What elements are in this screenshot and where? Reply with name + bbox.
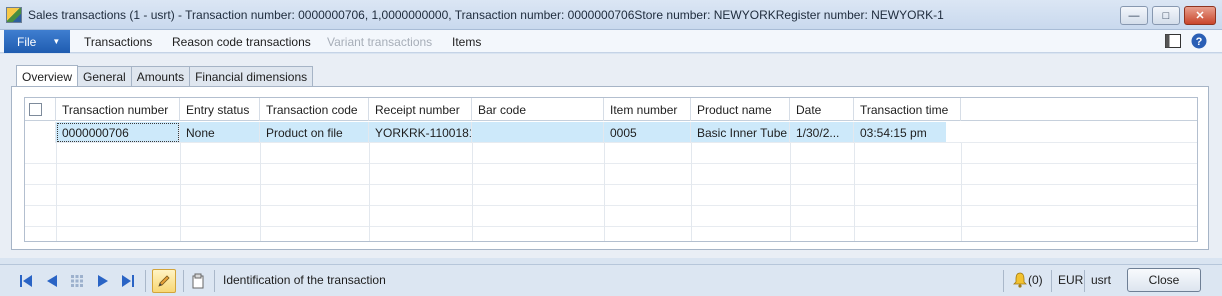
grid-line xyxy=(260,143,261,241)
column-header-bar-code[interactable]: Bar code xyxy=(472,98,604,121)
column-header-transaction-code[interactable]: Transaction code xyxy=(260,98,369,121)
tab-amounts[interactable]: Amounts xyxy=(130,66,191,87)
last-record-icon[interactable] xyxy=(120,273,136,289)
select-all-checkbox[interactable] xyxy=(29,103,42,116)
window-title: Sales transactions (1 - usrt) - Transact… xyxy=(28,8,944,22)
grid-line xyxy=(472,143,473,241)
column-header-date[interactable]: Date xyxy=(790,98,854,121)
close-window-button[interactable]: ✕ xyxy=(1184,6,1216,25)
divider xyxy=(1051,270,1052,292)
grid-line xyxy=(790,143,791,241)
column-header-transaction-number[interactable]: Transaction number xyxy=(56,98,180,121)
column-header-receipt-number[interactable]: Receipt number xyxy=(369,98,472,121)
select-all-column xyxy=(25,98,56,121)
edit-mode-button[interactable] xyxy=(152,269,176,293)
tab-overview[interactable]: Overview xyxy=(16,65,79,87)
help-text: Identification of the transaction xyxy=(223,273,386,287)
empty-row xyxy=(25,143,1197,164)
status-bar: Identification of the transaction (0) EU… xyxy=(0,264,1222,296)
file-menu-button[interactable]: File ▼ xyxy=(4,30,70,53)
divider xyxy=(183,270,184,292)
bell-icon[interactable] xyxy=(1012,272,1028,288)
divider xyxy=(1084,270,1085,292)
divider xyxy=(145,270,146,292)
divider xyxy=(214,270,215,292)
close-button[interactable]: Close xyxy=(1127,268,1201,292)
transactions-grid: Transaction number Entry status Transact… xyxy=(24,97,1198,242)
tab-general[interactable]: General xyxy=(77,66,132,87)
minimize-button[interactable]: — xyxy=(1120,6,1148,25)
grid-line xyxy=(604,143,605,241)
cell-entry-status[interactable]: None xyxy=(180,122,260,143)
cell-receipt-number[interactable]: YORKRK-1100181 xyxy=(369,122,472,143)
app-icon xyxy=(6,7,22,23)
form-body: Overview General Amounts Financial dimen… xyxy=(0,54,1222,258)
empty-row xyxy=(25,164,1197,185)
empty-row xyxy=(25,185,1197,206)
menu-bar: File ▼ Transactions Reason code transact… xyxy=(0,30,1222,53)
column-header-product-name[interactable]: Product name xyxy=(691,98,790,121)
pencil-icon xyxy=(158,275,170,287)
grid-line xyxy=(961,143,962,241)
file-menu-label: File xyxy=(17,34,37,49)
title-bar: Sales transactions (1 - usrt) - Transact… xyxy=(0,0,1222,30)
currency-indicator[interactable]: EUR xyxy=(1058,273,1083,287)
cell-transaction-code[interactable]: Product on file xyxy=(260,122,369,143)
first-record-icon[interactable] xyxy=(18,273,34,289)
grid-view-icon[interactable] xyxy=(69,273,85,289)
menu-items[interactable]: Items xyxy=(452,30,481,53)
grid-line xyxy=(180,143,181,241)
menu-reason-code-transactions[interactable]: Reason code transactions xyxy=(172,30,311,53)
menu-variant-transactions: Variant transactions xyxy=(327,34,433,49)
svg-text:?: ? xyxy=(1196,36,1203,48)
next-record-icon[interactable] xyxy=(95,273,111,289)
row-selector[interactable] xyxy=(25,122,56,143)
divider xyxy=(1003,270,1004,292)
cell-transaction-number[interactable]: 0000000706 xyxy=(56,122,180,143)
help-icon[interactable]: ? xyxy=(1190,32,1208,50)
cell-transaction-time[interactable]: 03:54:15 pm xyxy=(854,122,961,143)
grid-line xyxy=(369,143,370,241)
tab-financial-dimensions[interactable]: Financial dimensions xyxy=(189,66,314,87)
table-row[interactable]: 0000000706 None Product on file YORKRK-1… xyxy=(25,122,1197,143)
grid-line xyxy=(56,143,57,241)
chevron-down-icon: ▼ xyxy=(52,37,61,46)
column-header-item-number[interactable]: Item number xyxy=(604,98,691,121)
cell-product-name[interactable]: Basic Inner Tube xyxy=(691,122,790,143)
cell-item-number[interactable]: 0005 xyxy=(604,122,691,143)
empty-row xyxy=(25,206,1197,227)
column-header-transaction-time[interactable]: Transaction time xyxy=(854,98,961,121)
notification-count[interactable]: (0) xyxy=(1028,273,1043,287)
menu-transactions[interactable]: Transactions xyxy=(84,30,152,53)
cell-bar-code[interactable] xyxy=(472,122,604,143)
row-filler xyxy=(946,122,1197,142)
maximize-button[interactable]: □ xyxy=(1152,6,1180,25)
grid-line xyxy=(691,143,692,241)
overview-panel: Transaction number Entry status Transact… xyxy=(11,86,1209,250)
grid-header: Transaction number Entry status Transact… xyxy=(25,98,1197,121)
column-header-entry-status[interactable]: Entry status xyxy=(180,98,260,121)
attachment-icon[interactable] xyxy=(190,273,206,289)
cell-date[interactable]: 1/30/2... xyxy=(790,122,854,143)
tab-strip: Overview General Amounts Financial dimen… xyxy=(16,65,314,87)
user-indicator[interactable]: usrt xyxy=(1091,273,1111,287)
previous-record-icon[interactable] xyxy=(44,273,60,289)
grid-line xyxy=(854,143,855,241)
layout-icon[interactable] xyxy=(1164,32,1182,50)
